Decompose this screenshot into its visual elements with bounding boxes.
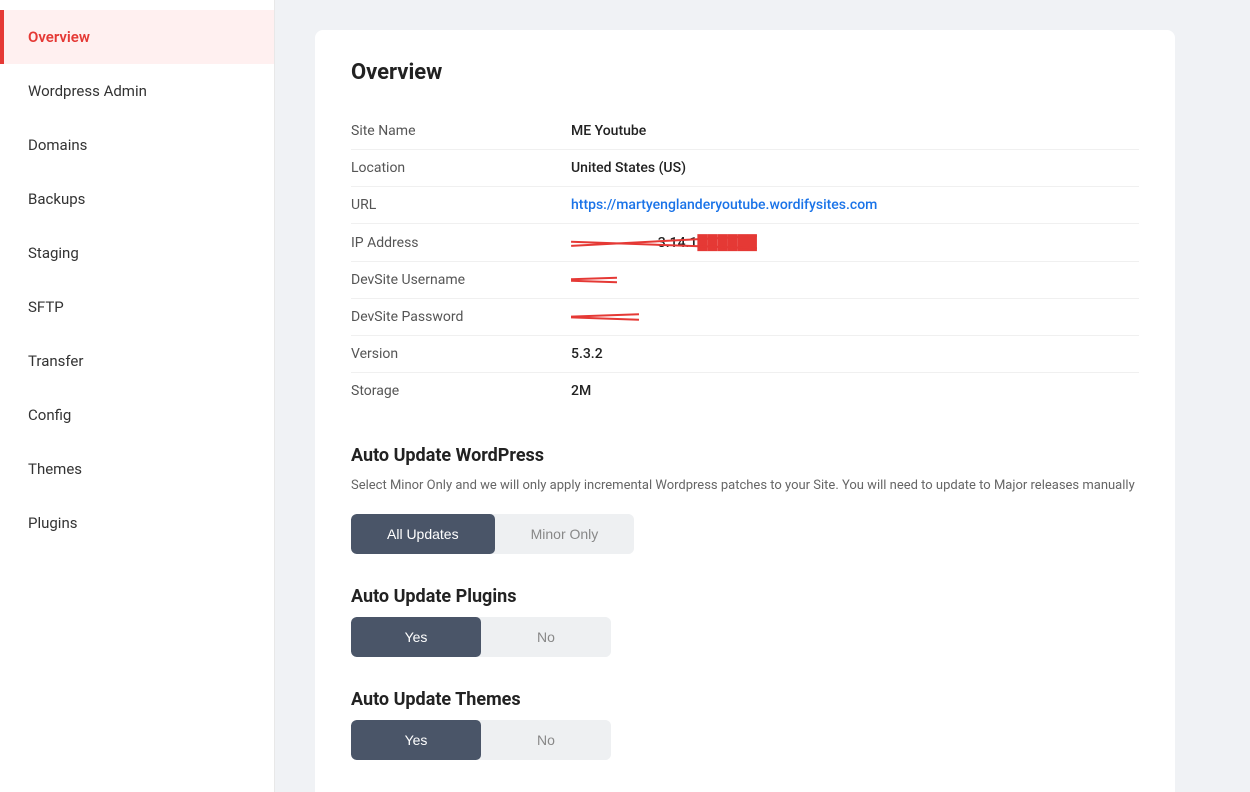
auto-update-wordpress-title: Auto Update WordPress — [351, 445, 1139, 466]
info-row-devsite-password: DevSite Password wordifylive — [351, 299, 1139, 336]
sidebar-label-staging: Staging — [28, 244, 79, 262]
sidebar-item-plugins[interactable]: Plugins — [0, 496, 274, 550]
sidebar-label-overview: Overview — [28, 28, 90, 46]
sidebar-item-sftp[interactable]: SFTP — [0, 280, 274, 334]
wordpress-all-updates-button[interactable]: All Updates — [351, 514, 495, 554]
auto-update-wordpress-description: Select Minor Only and we will only apply… — [351, 476, 1139, 496]
info-row-ip: IP Address 3.14.155.246 3.14.1██████ — [351, 224, 1139, 262]
value-version: 5.3.2 — [571, 346, 603, 362]
info-row-storage: Storage 2M — [351, 373, 1139, 409]
value-site-name: ME Youtube — [571, 123, 646, 139]
main-content: Overview Site Name ME Youtube Location U… — [275, 0, 1250, 792]
plugins-no-button[interactable]: No — [481, 617, 611, 657]
auto-update-plugins-title: Auto Update Plugins — [351, 586, 1139, 607]
auto-update-themes-toggle: Yes No — [351, 720, 611, 760]
info-row-site-name: Site Name ME Youtube — [351, 113, 1139, 150]
label-version: Version — [351, 346, 571, 362]
auto-update-plugins-toggle: Yes No — [351, 617, 611, 657]
sidebar-label-config: Config — [28, 406, 71, 424]
sidebar: Overview Wordpress Admin Domains Backups… — [0, 0, 275, 792]
value-url[interactable]: https://martyenglanderyoutube.wordifysit… — [571, 197, 877, 213]
themes-yes-button[interactable]: Yes — [351, 720, 481, 760]
sidebar-item-domains[interactable]: Domains — [0, 118, 274, 172]
sidebar-label-sftp: SFTP — [28, 298, 64, 316]
auto-update-themes-title: Auto Update Themes — [351, 689, 1139, 710]
label-url: URL — [351, 197, 571, 213]
wordpress-minor-only-button[interactable]: Minor Only — [495, 514, 635, 554]
value-storage: 2M — [571, 383, 591, 399]
label-location: Location — [351, 160, 571, 176]
info-row-url: URL https://martyenglanderyoutube.wordif… — [351, 187, 1139, 224]
info-row-version: Version 5.3.2 — [351, 336, 1139, 373]
auto-update-wordpress-toggle: All Updates Minor Only — [351, 514, 634, 554]
label-site-name: Site Name — [351, 123, 571, 139]
sidebar-label-domains: Domains — [28, 136, 87, 154]
page-title: Overview — [351, 60, 1139, 85]
sidebar-item-overview[interactable]: Overview — [0, 10, 274, 64]
value-location: United States (US) — [571, 160, 686, 176]
sidebar-label-backups: Backups — [28, 190, 85, 208]
content-card: Overview Site Name ME Youtube Location U… — [315, 30, 1175, 792]
themes-no-button[interactable]: No — [481, 720, 611, 760]
label-ip-address: IP Address — [351, 235, 571, 251]
sidebar-label-plugins: Plugins — [28, 514, 77, 532]
info-row-devsite-username: DevSite Username wordify — [351, 262, 1139, 299]
label-devsite-password: DevSite Password — [351, 309, 571, 325]
sidebar-item-backups[interactable]: Backups — [0, 172, 274, 226]
sidebar-item-wordpress-admin[interactable]: Wordpress Admin — [0, 64, 274, 118]
sidebar-label-wordpress-admin: Wordpress Admin — [28, 82, 147, 100]
sidebar-item-themes[interactable]: Themes — [0, 442, 274, 496]
label-storage: Storage — [351, 383, 571, 399]
sidebar-item-staging[interactable]: Staging — [0, 226, 274, 280]
sidebar-label-themes: Themes — [28, 460, 82, 478]
sidebar-item-config[interactable]: Config — [0, 388, 274, 442]
sidebar-label-transfer: Transfer — [28, 352, 83, 370]
info-row-location: Location United States (US) — [351, 150, 1139, 187]
sidebar-item-transfer[interactable]: Transfer — [0, 334, 274, 388]
label-devsite-username: DevSite Username — [351, 272, 571, 288]
value-devsite-username: wordify — [571, 272, 617, 288]
value-devsite-password: wordifylive — [571, 309, 639, 325]
value-ip-address: 3.14.155.246 3.14.1██████ — [571, 234, 757, 251]
plugins-yes-button[interactable]: Yes — [351, 617, 481, 657]
info-table: Site Name ME Youtube Location United Sta… — [351, 113, 1139, 409]
